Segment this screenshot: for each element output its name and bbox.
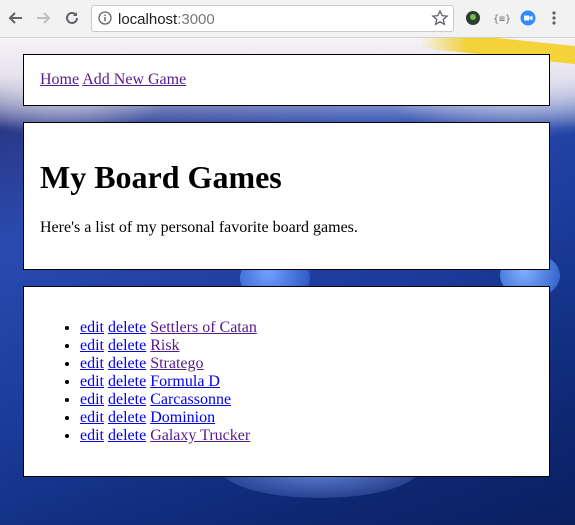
nav-panel: Home Add New Game <box>23 54 550 106</box>
svg-text:{≡}: {≡} <box>493 14 510 25</box>
games-panel: edit delete Settlers of Catan edit delet… <box>23 286 550 477</box>
page-intro: Here's a list of my personal favorite bo… <box>40 219 358 236</box>
game-link[interactable]: Dominion <box>150 409 215 426</box>
list-item: edit delete Dominion <box>80 409 257 427</box>
delete-link[interactable]: delete <box>108 337 146 354</box>
list-item: edit delete Risk <box>80 337 257 355</box>
forward-icon[interactable] <box>32 7 54 29</box>
page-title: My Board Games <box>40 159 282 195</box>
nav-links: Home Add New Game <box>40 71 186 89</box>
url-host: localhost <box>118 11 178 28</box>
games-list: edit delete Settlers of Catan edit delet… <box>40 319 257 445</box>
edit-link[interactable]: edit <box>80 355 104 372</box>
game-link[interactable]: Stratego <box>150 355 203 372</box>
address-bar[interactable]: localhost:3000 <box>91 5 454 32</box>
list-item: edit delete Settlers of Catan <box>80 319 257 337</box>
url-port: :3000 <box>177 11 215 28</box>
edit-link[interactable]: edit <box>80 391 104 408</box>
reload-icon[interactable] <box>61 7 83 29</box>
game-link[interactable]: Risk <box>150 337 179 354</box>
edit-link[interactable]: edit <box>80 373 104 390</box>
list-item: edit delete Formula D <box>80 373 257 391</box>
delete-link[interactable]: delete <box>108 427 146 444</box>
star-icon[interactable] <box>431 9 449 32</box>
game-link[interactable]: Galaxy Trucker <box>150 427 250 444</box>
delete-link[interactable]: delete <box>108 355 146 372</box>
game-link[interactable]: Settlers of Catan <box>150 319 257 336</box>
list-item: edit delete Stratego <box>80 355 257 373</box>
back-icon[interactable] <box>5 7 27 29</box>
delete-link[interactable]: delete <box>108 373 146 390</box>
url-text: localhost:3000 <box>118 11 215 28</box>
delete-link[interactable]: delete <box>108 391 146 408</box>
edit-link[interactable]: edit <box>80 337 104 354</box>
edit-link[interactable]: edit <box>80 319 104 336</box>
game-link[interactable]: Carcassonne <box>150 391 231 408</box>
home-link[interactable]: Home <box>40 71 79 88</box>
delete-link[interactable]: delete <box>108 319 146 336</box>
list-item: edit delete Galaxy Trucker <box>80 427 257 445</box>
extension-icon[interactable] <box>520 10 536 31</box>
edit-link[interactable]: edit <box>80 409 104 426</box>
extension-icon[interactable]: {≡} <box>492 10 511 31</box>
extension-icon[interactable] <box>465 10 481 31</box>
edit-link[interactable]: edit <box>80 427 104 444</box>
game-link[interactable]: Formula D <box>150 373 220 390</box>
info-icon[interactable] <box>98 11 112 30</box>
add-new-game-link[interactable]: Add New Game <box>82 71 186 88</box>
browser-toolbar: localhost:3000 {≡} <box>0 0 575 38</box>
list-item: edit delete Carcassonne <box>80 391 257 409</box>
delete-link[interactable]: delete <box>108 409 146 426</box>
menu-icon[interactable] <box>551 10 557 31</box>
header-panel: My Board Games Here's a list of my perso… <box>23 122 550 270</box>
page-background: Home Add New Game My Board Games Here's … <box>0 38 575 525</box>
